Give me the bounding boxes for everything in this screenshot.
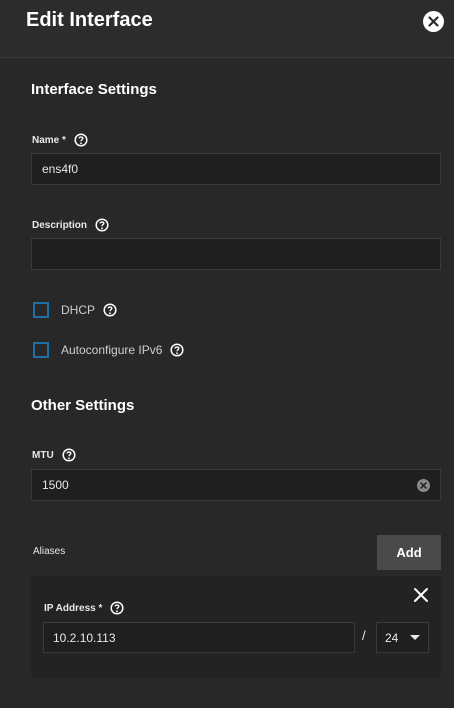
add-alias-button[interactable]: Add — [377, 535, 441, 570]
remove-alias-button[interactable] — [412, 586, 430, 604]
netmask-select[interactable]: 24 — [376, 622, 429, 653]
ip-address-input[interactable]: 10.2.10.113 — [43, 622, 355, 653]
chevron-down-icon — [410, 635, 420, 640]
help-icon[interactable] — [170, 343, 184, 357]
dialog-title: Edit Interface — [26, 9, 153, 31]
name-label: Name * — [32, 133, 88, 147]
help-icon[interactable] — [103, 303, 117, 317]
autoconfigure-ipv6-label: Autoconfigure IPv6 — [61, 343, 163, 357]
help-icon[interactable] — [110, 601, 124, 615]
description-label-text: Description — [32, 219, 88, 231]
aliases-label: Aliases — [33, 546, 66, 557]
dhcp-label: DHCP — [61, 303, 96, 317]
help-icon[interactable] — [62, 448, 76, 462]
clear-icon[interactable] — [417, 479, 430, 492]
mtu-value: 1500 — [42, 478, 69, 492]
name-input[interactable]: ens4f0 — [31, 153, 441, 185]
close-icon — [414, 588, 428, 602]
ip-address-label: IP Address * — [44, 601, 124, 615]
dialog-header: Edit Interface — [0, 0, 454, 58]
mtu-label: MTU — [32, 448, 76, 462]
interface-settings-title: Interface Settings — [31, 81, 157, 98]
close-icon — [428, 16, 439, 27]
description-input[interactable] — [31, 238, 441, 270]
autoconfigure-ipv6-checkbox-row[interactable]: Autoconfigure IPv6 — [33, 342, 184, 358]
help-icon[interactable] — [95, 218, 109, 232]
name-label-text: Name * — [32, 134, 66, 146]
autoconfigure-ipv6-checkbox[interactable] — [33, 342, 49, 358]
mtu-label-text: MTU — [32, 449, 54, 461]
dhcp-checkbox-row[interactable]: DHCP — [33, 302, 117, 318]
netmask-value: 24 — [385, 630, 399, 645]
mtu-input[interactable]: 1500 — [31, 469, 441, 501]
close-button[interactable] — [423, 11, 444, 32]
other-settings-title: Other Settings — [31, 397, 135, 414]
dhcp-checkbox[interactable] — [33, 302, 49, 318]
netmask-separator: / — [362, 628, 366, 643]
ip-address-label-text: IP Address * — [44, 602, 103, 614]
alias-item: IP Address * 10.2.10.113 / 24 — [31, 576, 441, 677]
description-label: Description — [32, 218, 109, 232]
help-icon[interactable] — [74, 133, 88, 147]
